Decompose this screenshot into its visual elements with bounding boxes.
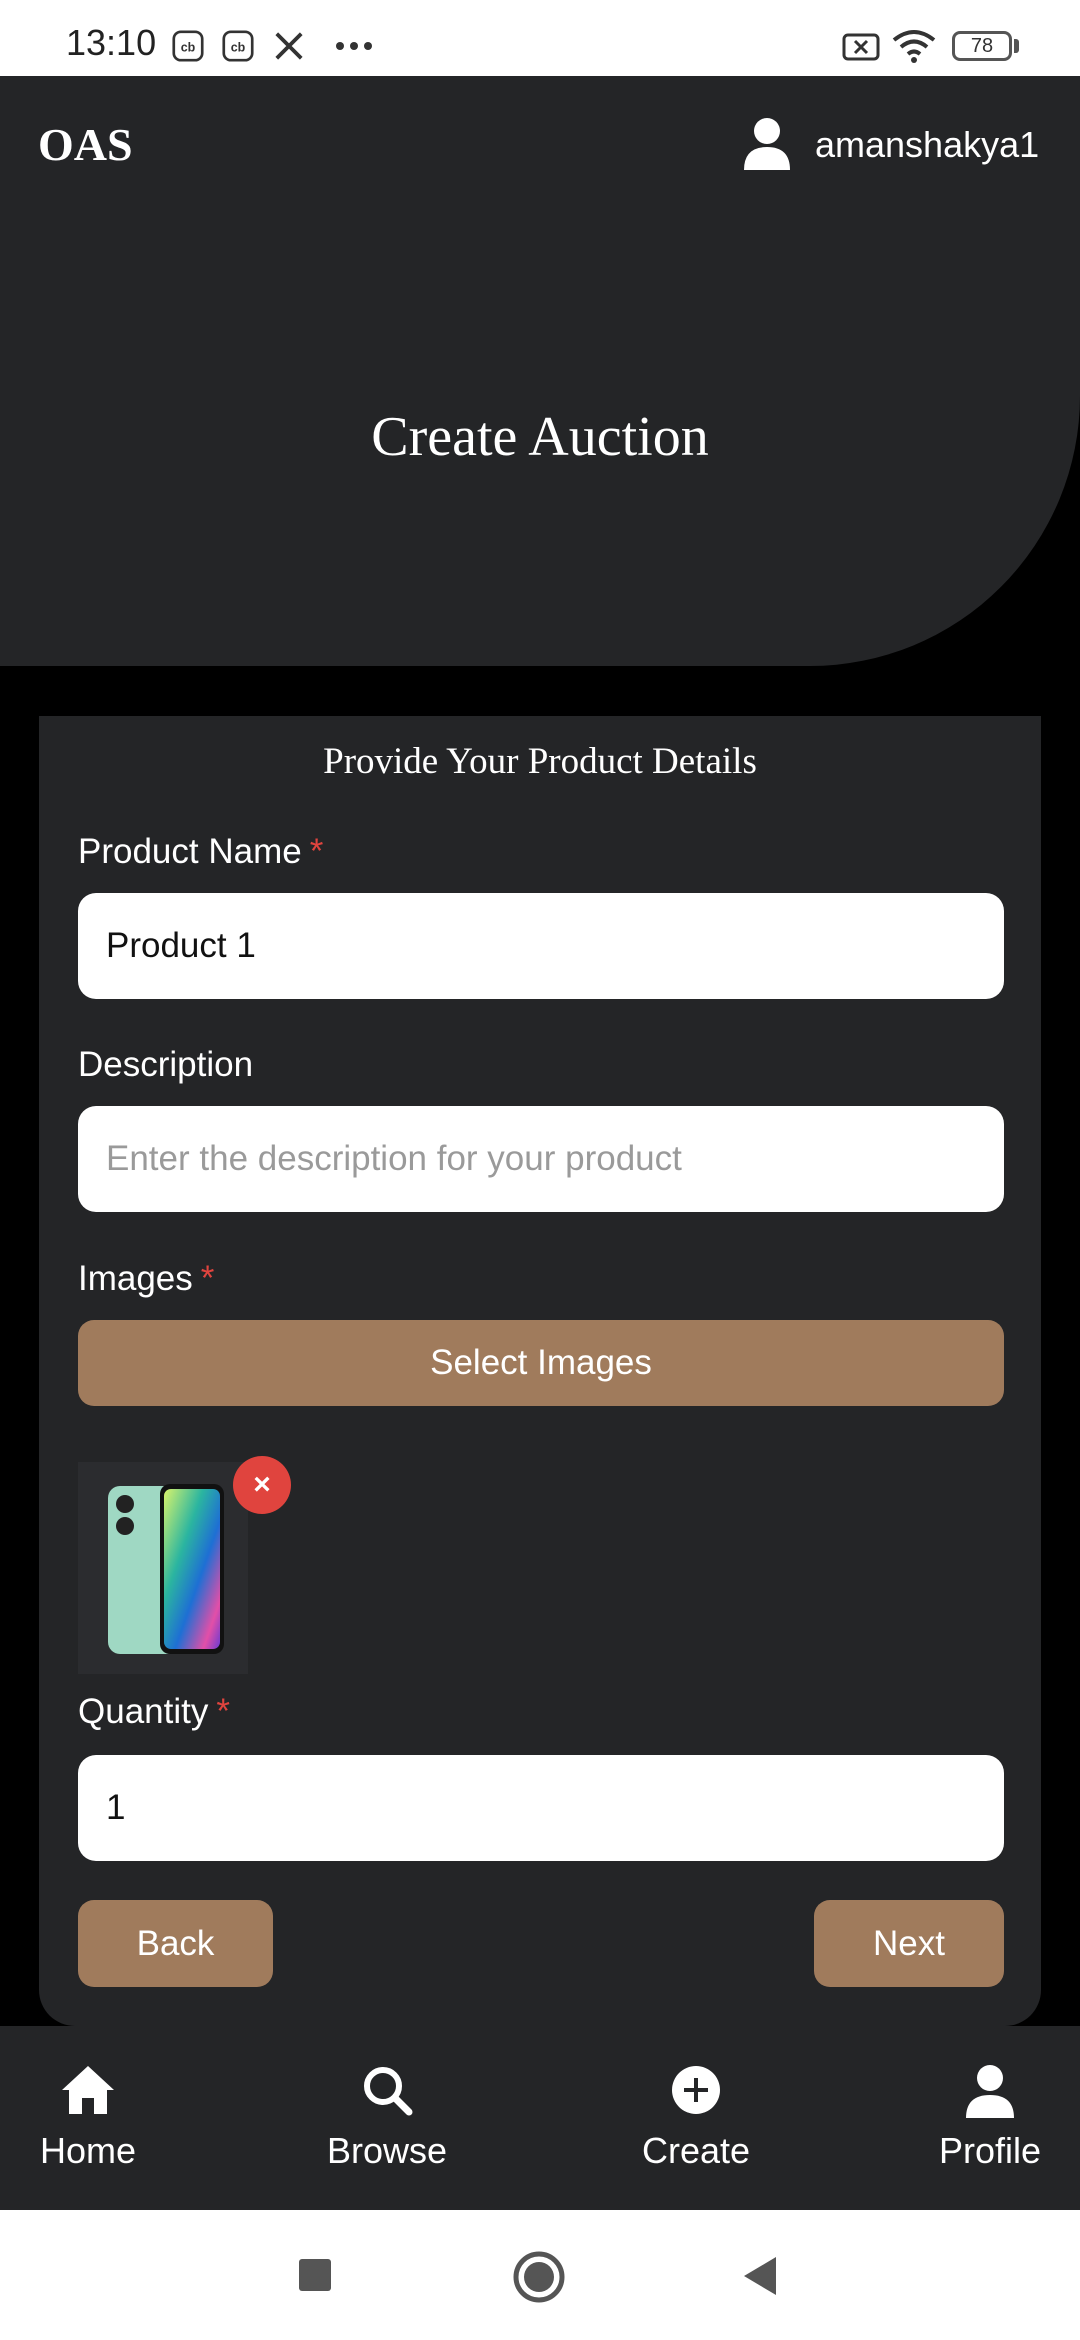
profile-icon (966, 2065, 1014, 2118)
home-icon (62, 2066, 114, 2114)
next-button[interactable]: Next (814, 1900, 1004, 1987)
home-system-icon[interactable] (512, 2250, 566, 2304)
nav-profile-label: Profile (938, 2130, 1042, 2171)
status-time: 13:10 (66, 22, 157, 63)
back-button[interactable]: Back (78, 1900, 273, 1987)
nav-home[interactable]: Home (0, 2060, 188, 2172)
nav-browse[interactable]: Browse (287, 2060, 487, 2172)
description-input[interactable]: Enter the description for your product (78, 1106, 1004, 1212)
product-name-input[interactable]: Product 1 (78, 893, 1004, 999)
required-asterisk: * (216, 1692, 230, 1731)
cb-icon: cb (172, 30, 204, 62)
required-asterisk: * (309, 832, 324, 871)
nav-home-label: Home (39, 2130, 137, 2171)
nav-profile[interactable]: Profile (890, 2060, 1080, 2172)
quantity-label: Quantity * (78, 1692, 230, 1732)
nav-create-label: Create (641, 2130, 751, 2171)
required-asterisk: * (200, 1259, 215, 1298)
select-images-button[interactable]: Select Images (78, 1320, 1004, 1406)
quantity-label-text: Quantity (78, 1692, 209, 1731)
page-title: Create Auction (371, 406, 709, 468)
plus-circle-icon (672, 2066, 720, 2114)
battery-tip (1014, 39, 1019, 53)
svg-text:cb: cb (231, 40, 246, 54)
search-icon (364, 2067, 413, 2116)
sim-off-icon (842, 33, 880, 61)
cb-icon: cb (222, 30, 254, 62)
image-thumbnail (78, 1462, 248, 1674)
app-logo[interactable]: OAS (38, 118, 133, 171)
nav-create[interactable]: Create (596, 2060, 796, 2172)
username[interactable]: amanshakya1 (815, 124, 1039, 166)
remove-image-button[interactable]: × (233, 1456, 291, 1514)
product-name-label: Product Name * (78, 832, 323, 872)
images-label-text: Images (78, 1259, 193, 1298)
back-system-icon[interactable] (742, 2255, 778, 2297)
quantity-input[interactable]: 1 (78, 1755, 1004, 1861)
product-name-label-text: Product Name (78, 832, 302, 871)
user-icon[interactable] (742, 116, 792, 170)
images-label: Images * (78, 1259, 214, 1299)
card-title: Provide Your Product Details (323, 741, 757, 782)
nav-browse-label: Browse (326, 2130, 448, 2171)
description-label: Description (78, 1045, 254, 1084)
phone-image (108, 1484, 224, 1654)
x-icon (275, 32, 303, 60)
recents-icon[interactable] (298, 2258, 332, 2292)
more-dots-icon (336, 42, 372, 50)
wifi-icon (892, 30, 936, 63)
battery-icon: 78 (952, 31, 1012, 61)
svg-text:cb: cb (181, 40, 196, 54)
